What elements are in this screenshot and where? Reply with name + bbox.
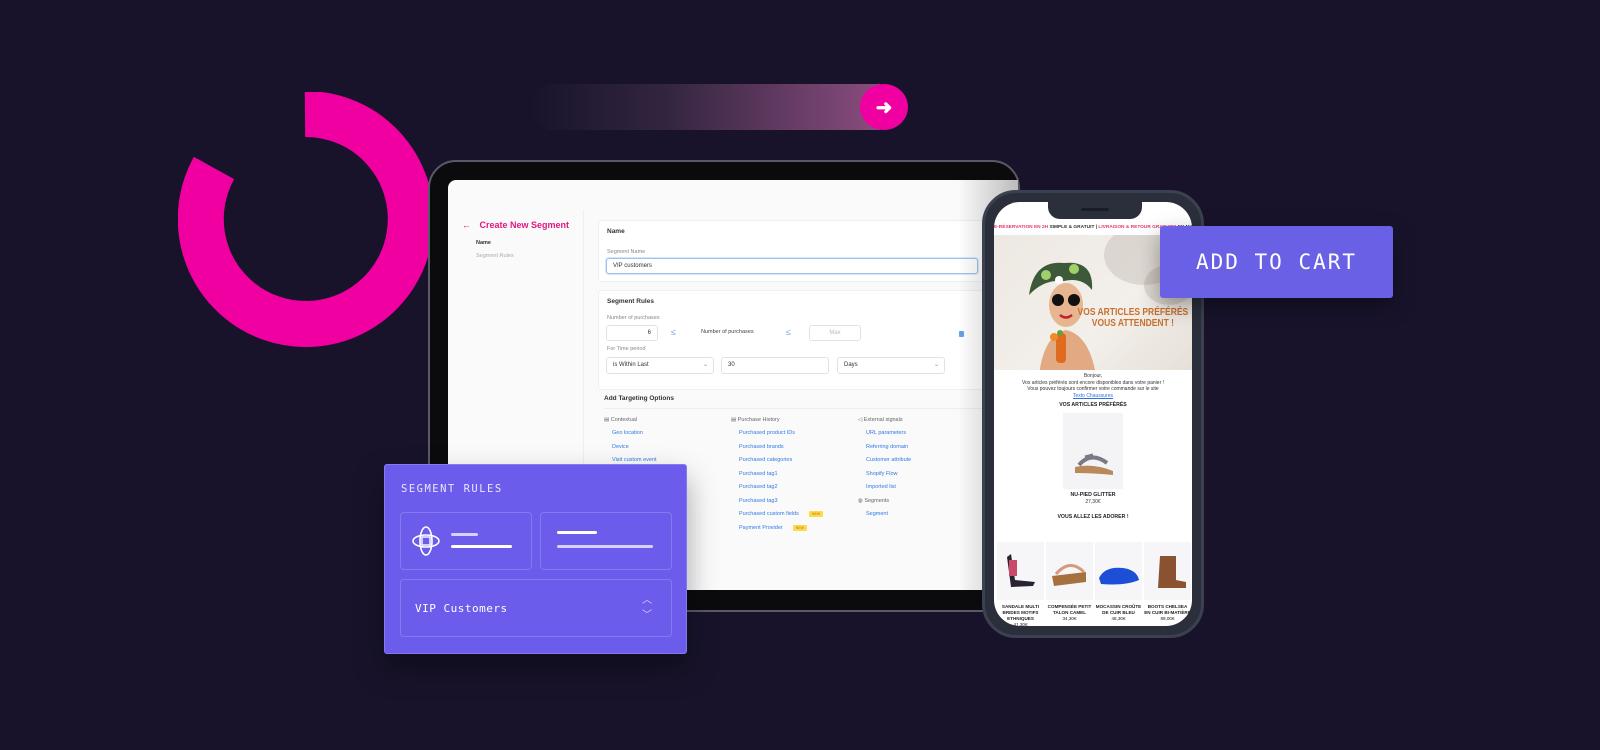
segment-name-input[interactable]: VIP customers xyxy=(606,258,978,274)
targeting-divider xyxy=(604,408,994,409)
targeting-option[interactable]: Purchased product IDs xyxy=(739,430,823,436)
targeting-option[interactable]: Customer attribute xyxy=(866,457,911,463)
product-card[interactable]: MOCASSIN CROÛTE DE CUIR BLEU 48,30€ xyxy=(1095,542,1142,626)
rule-card-1[interactable] xyxy=(400,512,532,570)
nav-item-segment-rules[interactable]: Segment Rules xyxy=(476,253,514,259)
recommend-heading: VOUS ALLEZ LES ADORER ! xyxy=(1057,514,1129,521)
wedge-sandal-image xyxy=(1052,564,1086,586)
favorite-product-name: NU-PIED GLITTER xyxy=(1070,491,1116,498)
loafer-image xyxy=(1099,567,1139,585)
targeting-option[interactable]: Shopify Flow xyxy=(866,471,911,477)
placeholder-line xyxy=(451,545,512,548)
placeholder-line xyxy=(557,531,597,534)
name-card-title: Name xyxy=(607,228,625,235)
targeting-option[interactable]: URL parameters xyxy=(866,430,911,436)
slide-track xyxy=(530,84,880,130)
new-badge: NEW xyxy=(808,511,824,517)
time-unit-value: Days xyxy=(844,362,858,368)
arrow-right-icon: ➜ xyxy=(875,96,893,119)
product-grid: SANDALE MULTI BRIDES MOTIFS ETHNIQUES 41,… xyxy=(997,542,1192,626)
chevron-down-icon[interactable]: ﹀ xyxy=(642,611,652,621)
phone-notch xyxy=(1048,202,1142,219)
purchases-label: Number of purchases xyxy=(607,315,660,321)
lte-operator-2: ≤ xyxy=(786,327,791,337)
hero-headline: VOS ARTICLES PRÉFÉRÉS VOUS ATTENDENT ! xyxy=(1077,307,1188,329)
pink-ring-graphic xyxy=(178,92,433,347)
segment-name-label: Segment Name xyxy=(607,249,646,255)
orbit-icon xyxy=(412,526,440,556)
targeting-option[interactable]: Segment xyxy=(866,511,911,517)
targeting-option[interactable]: Imported list xyxy=(866,484,911,490)
targeting-option[interactable]: Purchased tag2 xyxy=(739,484,823,490)
favorites-heading: VOS ARTICLES PRÉFÉRÉS xyxy=(1059,402,1127,409)
product-image xyxy=(997,542,1044,600)
targeting-option[interactable]: Purchased tag3 xyxy=(739,498,823,504)
time-period-label: For Time period xyxy=(607,346,646,352)
targeting-heading: ◁ External signals xyxy=(858,417,903,423)
heeled-sandal-image xyxy=(1007,554,1035,587)
body-line: Vous pouvez toujours confirmer votre com… xyxy=(1027,386,1159,393)
segment-rules-title: SEGMENT RULES xyxy=(401,483,503,495)
targeting-option[interactable]: Purchased tag1 xyxy=(739,471,823,477)
back-link[interactable]: ← Create New Segment xyxy=(462,220,569,230)
chelsea-boot-image xyxy=(1158,556,1186,588)
product-image xyxy=(1095,542,1142,600)
placeholder-line xyxy=(451,533,478,536)
targeting-title: Add Targeting Options xyxy=(604,395,674,402)
targeting-option[interactable]: Payment Provider NEW xyxy=(739,524,823,531)
greeting: Bonjour, xyxy=(1083,373,1103,379)
segment-rules-panel: SEGMENT RULES VIP Customers ︿ ﹀ xyxy=(384,464,687,654)
product-card[interactable]: COMPENSÉE PETIT TALON CAMEL 34,30€ xyxy=(1046,542,1093,626)
placeholder-line xyxy=(557,545,653,548)
sandal-image xyxy=(1075,453,1113,475)
targeting-option[interactable]: Purchased brands xyxy=(739,444,823,450)
targeting-option[interactable]: Device xyxy=(612,444,657,450)
targeting-option[interactable]: Purchased categories xyxy=(739,457,823,463)
add-to-cart-button[interactable]: ADD TO CART xyxy=(1160,226,1393,298)
rules-card-title: Segment Rules xyxy=(607,298,654,305)
page-title: Create New Segment xyxy=(479,220,570,230)
targeting-col-contextual: ▤ Contextual Geo location Device Visit c… xyxy=(604,417,657,471)
chevron-down-icon: ⌄ xyxy=(702,362,708,368)
chevron-down-icon: ⌄ xyxy=(933,362,939,368)
rule-card-2[interactable] xyxy=(540,512,672,570)
chevron-up-icon[interactable]: ︿ xyxy=(642,596,652,606)
segment-select[interactable]: VIP Customers ︿ ﹀ xyxy=(400,579,672,637)
email-body: Bonjour, Vos articles préférés sont enco… xyxy=(994,373,1192,521)
purchases-middle-text: Number of purchases xyxy=(701,329,754,335)
product-image xyxy=(1046,542,1093,600)
product-card[interactable]: SANDALE MULTI BRIDES MOTIFS ETHNIQUES 41,… xyxy=(997,542,1044,626)
targeting-option[interactable]: Geo location xyxy=(612,430,657,436)
targeting-option[interactable]: Referring domain xyxy=(866,444,911,450)
time-value-input[interactable]: 30 xyxy=(721,357,829,374)
selected-segment: VIP Customers xyxy=(415,602,508,615)
favorite-product-price: 27,30€ xyxy=(1085,498,1101,505)
product-image xyxy=(1144,542,1191,600)
favorite-product-image[interactable] xyxy=(1063,412,1123,489)
min-purchases-input[interactable]: 6 xyxy=(606,325,658,341)
nav-item-name[interactable]: Name xyxy=(476,240,491,246)
time-operator-value: is Within Last xyxy=(613,362,649,368)
targeting-heading: ◍ Segments xyxy=(858,498,890,504)
body-line: Vos articles préférés sont encore dispon… xyxy=(1021,379,1165,386)
time-operator-select[interactable]: is Within Last ⌄ xyxy=(606,357,714,374)
targeting-option[interactable]: Visit custom event xyxy=(612,457,657,463)
new-badge: NEW xyxy=(792,524,807,531)
targeting-col-external-signals: ◁ External signals URL parameters Referr… xyxy=(858,417,911,525)
speaker xyxy=(1081,208,1109,211)
shop-link[interactable]: Texto Chaussures xyxy=(994,393,1192,400)
targeting-option[interactable]: Purchased custom fields NEW xyxy=(739,511,824,517)
targeting-heading: ▤ Purchase History xyxy=(731,417,780,423)
time-unit-select[interactable]: Days ⌄ xyxy=(837,357,945,374)
targeting-heading: ▤ Contextual xyxy=(604,417,638,423)
lte-operator: ≤ xyxy=(671,327,676,337)
slide-arrow-button[interactable]: ➜ xyxy=(860,84,908,130)
product-card[interactable]: BOOTS CHELSEA EN CUIR BI-MATIÈRE 89,00€ xyxy=(1144,542,1191,626)
back-arrow-icon: ← xyxy=(462,220,471,230)
segment-rules-card: Segment Rules Number of purchases 6 ≤ Nu… xyxy=(598,290,998,390)
targeting-col-purchase-history: ▤ Purchase History Purchased product IDs… xyxy=(731,417,824,538)
max-purchases-input[interactable]: Max xyxy=(809,325,861,341)
name-card: Name Segment Name VIP customers xyxy=(598,220,998,282)
